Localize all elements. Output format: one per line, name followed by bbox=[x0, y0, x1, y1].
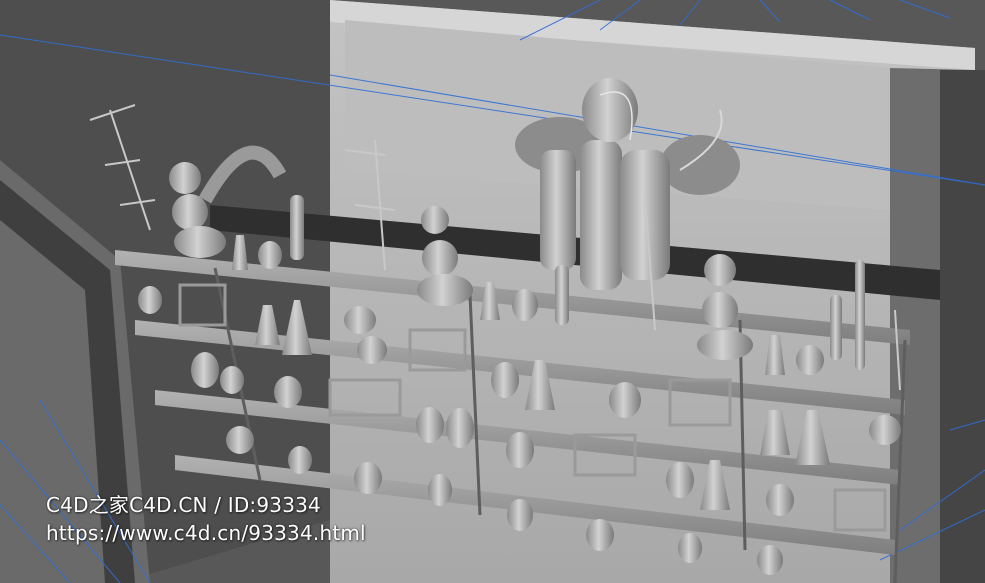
watermark-url: https://www.c4d.cn/93334.html bbox=[46, 521, 366, 545]
3d-viewport[interactable]: C4D之家C4D.CN / ID:93334 https://www.c4d.c… bbox=[0, 0, 985, 583]
watermark-id: C4D之家C4D.CN / ID:93334 bbox=[46, 493, 321, 517]
right-edge bbox=[940, 70, 985, 583]
